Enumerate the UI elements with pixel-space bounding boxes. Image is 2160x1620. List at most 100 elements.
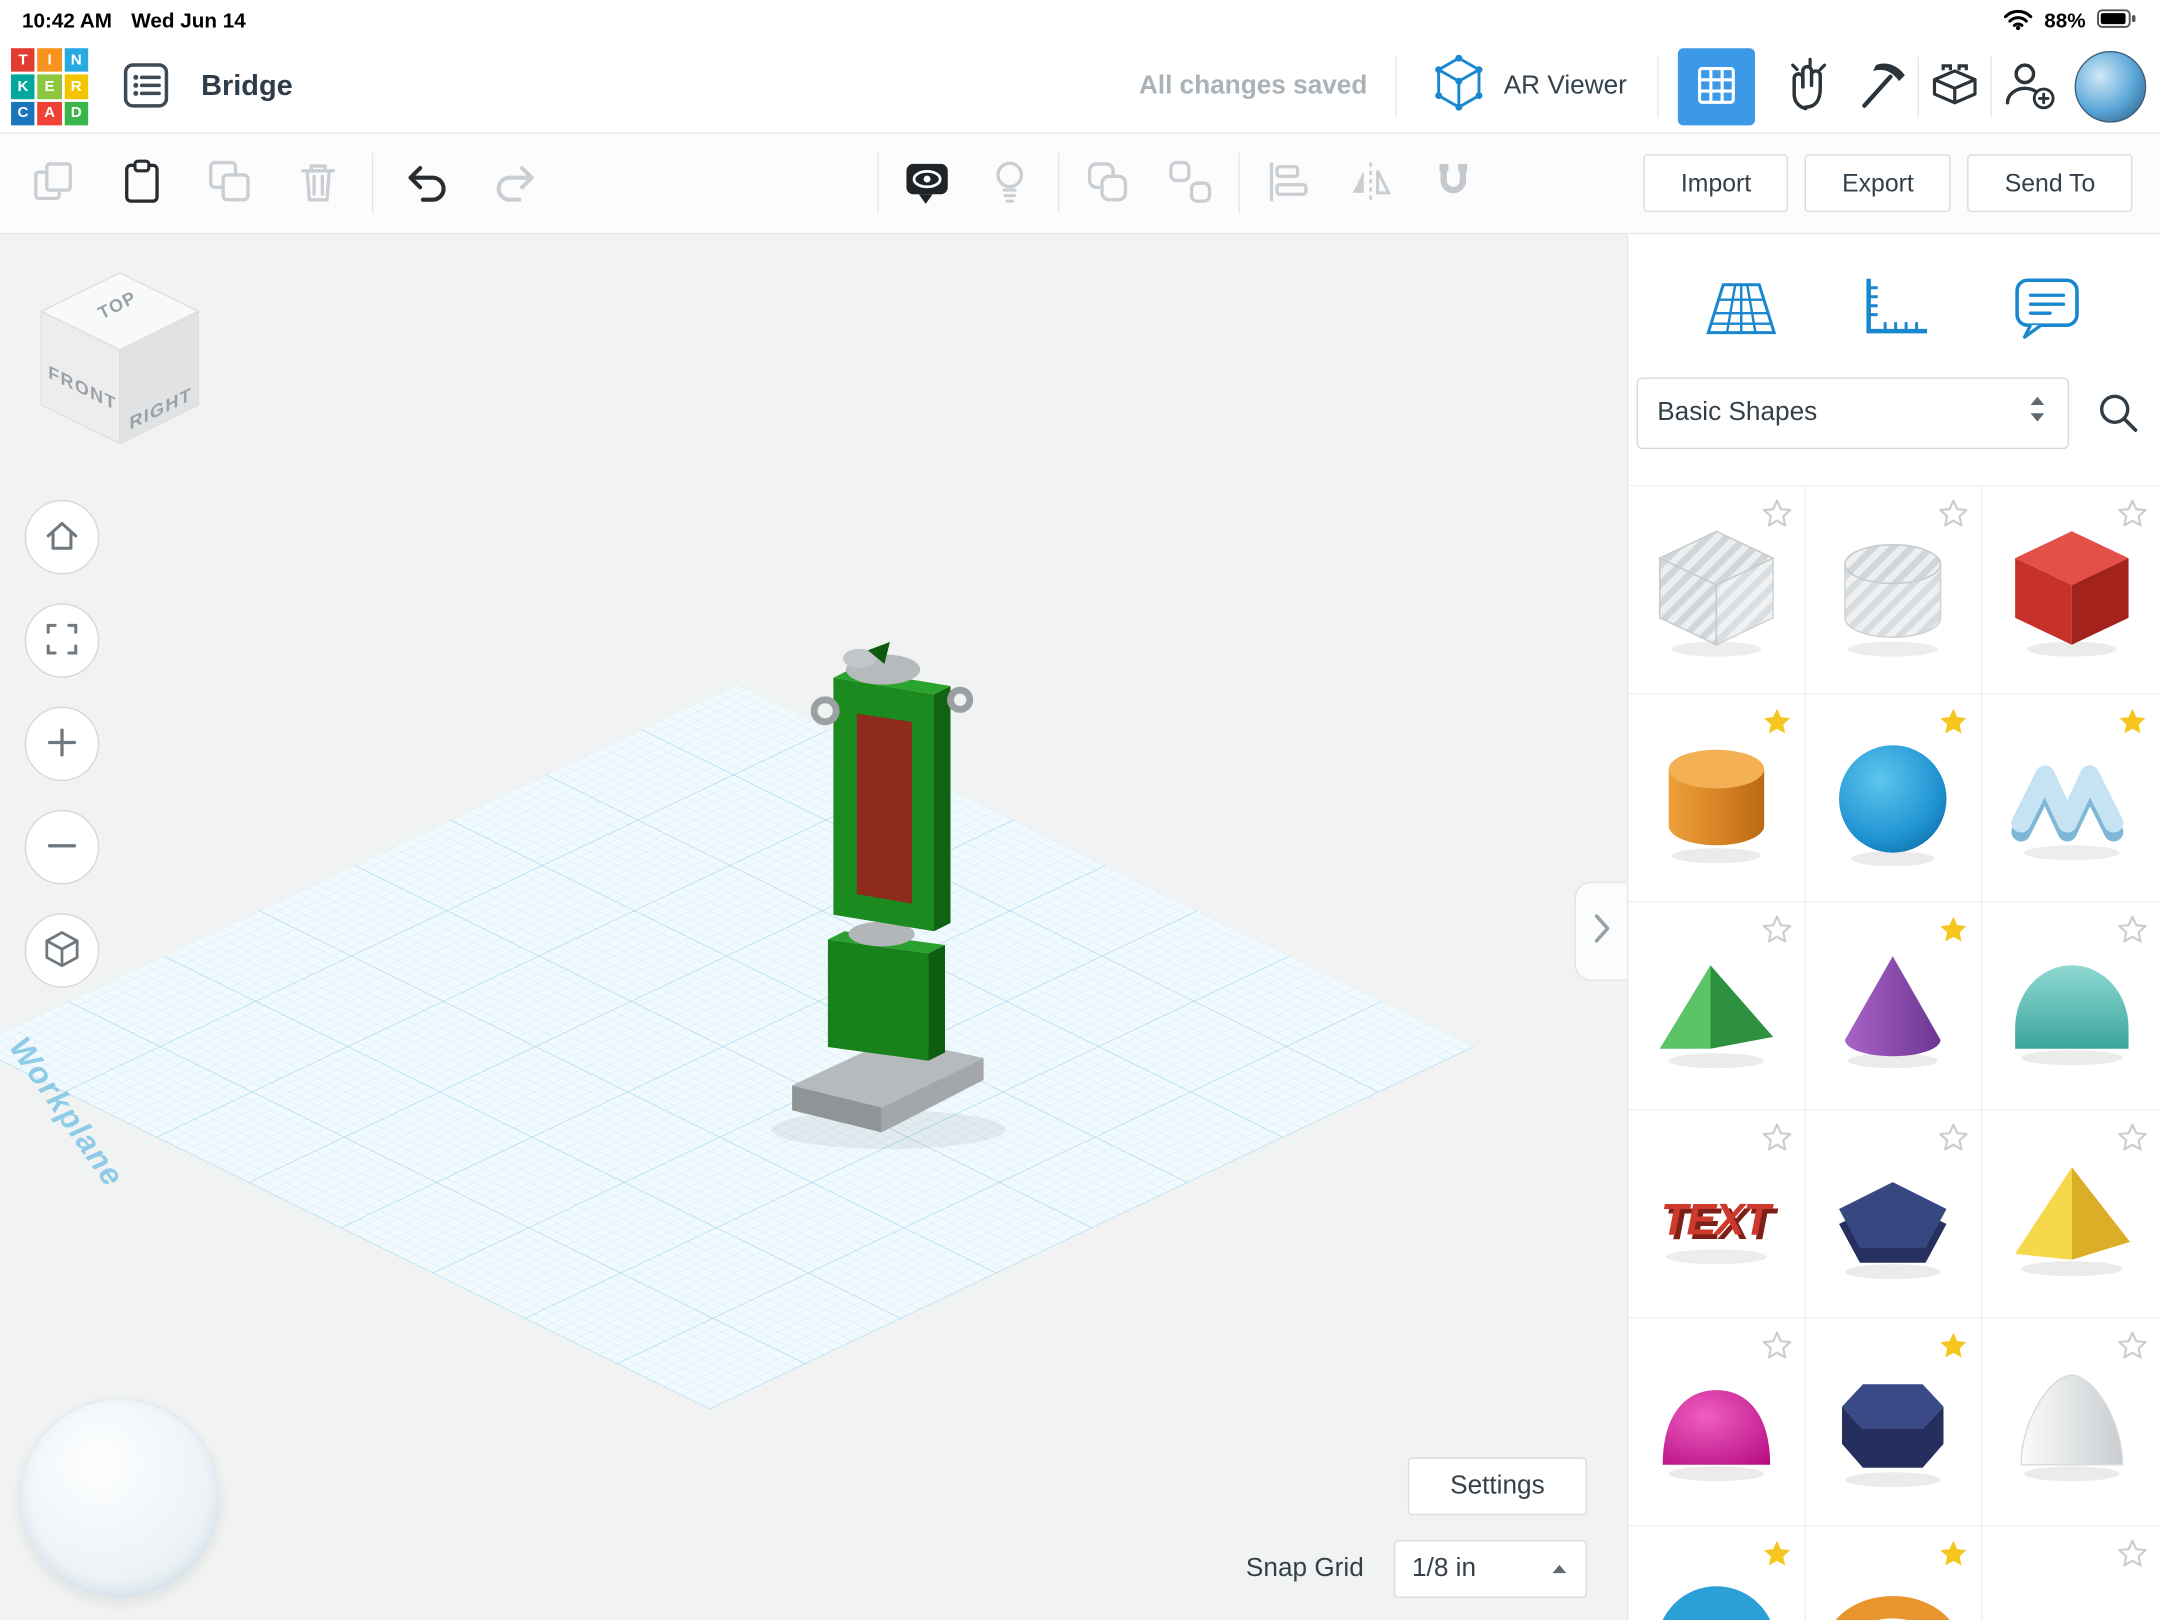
gesture-help-button[interactable]	[1774, 48, 1846, 125]
star-outline-icon[interactable]	[2116, 913, 2149, 946]
add-collaborator-button[interactable]	[1992, 48, 2064, 125]
shape-partial-orange[interactable]	[1805, 1526, 1982, 1620]
shape-roof[interactable]	[1628, 902, 1805, 1110]
edit-toolbar: Import Export Send To	[0, 134, 2160, 235]
delete-button[interactable]	[284, 149, 353, 218]
search-icon	[2094, 388, 2141, 439]
orbit-joystick[interactable]	[19, 1398, 220, 1599]
workplane-tool-button[interactable]	[1697, 264, 1785, 352]
shape-cylinder[interactable]	[1628, 694, 1805, 902]
shape-polygon[interactable]	[1805, 1110, 1982, 1318]
panel-collapse-handle[interactable]	[1575, 882, 1627, 981]
divider	[1058, 153, 1059, 214]
shape-box[interactable]	[1983, 486, 2160, 694]
list-icon	[121, 60, 171, 114]
export-button[interactable]: Export	[1805, 154, 1951, 212]
design-menu-button[interactable]	[110, 48, 182, 125]
star-outline-icon[interactable]	[2116, 1121, 2149, 1154]
design-title[interactable]: Bridge	[201, 70, 293, 103]
show-all-eye-icon	[901, 155, 953, 211]
mirror-button[interactable]	[1336, 149, 1405, 218]
star-filled-icon[interactable]	[1760, 705, 1793, 738]
lightbulb-icon	[985, 156, 1035, 210]
mirror-icon	[1346, 156, 1396, 210]
star-outline-icon[interactable]	[1937, 497, 1970, 530]
shape-half-sphere[interactable]	[1983, 1318, 2160, 1526]
snap-grid-dropdown[interactable]: 1/8 in	[1394, 1540, 1587, 1598]
home-view-button[interactable]	[25, 500, 99, 574]
shape-sphere[interactable]	[1805, 694, 1982, 902]
tips-button[interactable]	[975, 149, 1044, 218]
shape-cone[interactable]	[1805, 902, 1982, 1110]
snap-magnet-button[interactable]	[1419, 149, 1488, 218]
fit-view-icon	[40, 616, 84, 664]
perspective-toggle-button[interactable]	[25, 913, 99, 987]
model-bridge[interactable]	[771, 642, 1005, 1149]
star-outline-icon[interactable]	[2116, 497, 2149, 530]
align-button[interactable]	[1254, 149, 1323, 218]
shape-text[interactable]: TEXTTEXT	[1628, 1110, 1805, 1318]
shape-cylinder-hole[interactable]	[1805, 486, 1982, 694]
paste-button[interactable]	[107, 149, 176, 218]
ungroup-button[interactable]	[1156, 149, 1225, 218]
align-icon	[1263, 156, 1313, 210]
view-cube[interactable]: TOP FRONT RIGHT	[30, 264, 209, 464]
star-filled-icon[interactable]	[1937, 705, 1970, 738]
shape-hexagonal-prism[interactable]	[1805, 1318, 1982, 1526]
minecraft-export-button[interactable]	[1846, 48, 1918, 125]
star-outline-icon[interactable]	[1760, 1121, 1793, 1154]
star-filled-icon[interactable]	[1937, 1329, 1970, 1362]
shape-partial-empty[interactable]	[1983, 1526, 2160, 1620]
star-outline-icon[interactable]	[2116, 1537, 2149, 1570]
redo-button[interactable]	[481, 149, 550, 218]
snap-grid-value: 1/8 in	[1412, 1554, 1476, 1584]
logo-tile: T	[11, 48, 35, 72]
status-time: 10:42 AM	[22, 9, 112, 32]
search-shapes-button[interactable]	[2083, 377, 2152, 449]
show-all-button[interactable]	[893, 149, 962, 218]
logo-tile: D	[64, 101, 88, 125]
zoom-out-button[interactable]	[25, 810, 99, 884]
import-button[interactable]: Import	[1644, 154, 1789, 212]
group-button[interactable]	[1073, 149, 1142, 218]
shape-round-roof[interactable]	[1983, 902, 2160, 1110]
shape-category-select[interactable]: Basic Shapes	[1637, 377, 2070, 449]
logo-tile: A	[38, 101, 62, 125]
shape-box-hole[interactable]	[1628, 486, 1805, 694]
zoom-in-button[interactable]	[25, 707, 99, 781]
brick-export-button[interactable]	[1919, 48, 1991, 125]
duplicate-icon	[205, 156, 255, 210]
star-filled-icon[interactable]	[1937, 913, 1970, 946]
undo-button[interactable]	[393, 149, 462, 218]
star-outline-icon[interactable]	[1760, 913, 1793, 946]
star-outline-icon[interactable]	[1937, 1121, 1970, 1154]
tinkercad-app: 10:42 AM Wed Jun 14 88% TINKERCAD Bridge…	[0, 0, 2160, 1620]
shape-scribble[interactable]	[1983, 694, 2160, 902]
star-outline-icon[interactable]	[1760, 1329, 1793, 1362]
star-filled-icon[interactable]	[1937, 1537, 1970, 1570]
shape-partial-blue[interactable]	[1628, 1526, 1805, 1620]
ar-cube-icon	[1427, 51, 1490, 123]
notes-tool-button[interactable]	[2003, 264, 2091, 352]
duplicate-button[interactable]	[196, 149, 265, 218]
copy-button[interactable]	[19, 149, 88, 218]
settings-button[interactable]: Settings	[1408, 1457, 1587, 1515]
tinkercad-logo[interactable]: TINKERCAD	[11, 48, 88, 125]
pickaxe-icon	[1853, 56, 1911, 118]
viewport-canvas[interactable]: Workplane	[0, 234, 1627, 1620]
fit-view-button[interactable]	[25, 603, 99, 677]
star-outline-icon[interactable]	[1760, 497, 1793, 530]
profile-avatar[interactable]	[2075, 51, 2147, 123]
star-filled-icon[interactable]	[1760, 1537, 1793, 1570]
logo-tile: I	[38, 48, 62, 72]
shape-paraboloid[interactable]	[1628, 1318, 1805, 1526]
star-outline-icon[interactable]	[2116, 1329, 2149, 1362]
shapes-panel-toggle-button[interactable]	[1678, 48, 1755, 125]
ruler-tool-button[interactable]	[1850, 264, 1938, 352]
send-to-button[interactable]: Send To	[1968, 154, 2133, 212]
ar-viewer-button[interactable]: AR Viewer	[1396, 51, 1657, 123]
magnet-icon	[1429, 156, 1479, 210]
star-filled-icon[interactable]	[2116, 705, 2149, 738]
plus-icon	[40, 720, 84, 768]
shape-pyramid[interactable]	[1983, 1110, 2160, 1318]
